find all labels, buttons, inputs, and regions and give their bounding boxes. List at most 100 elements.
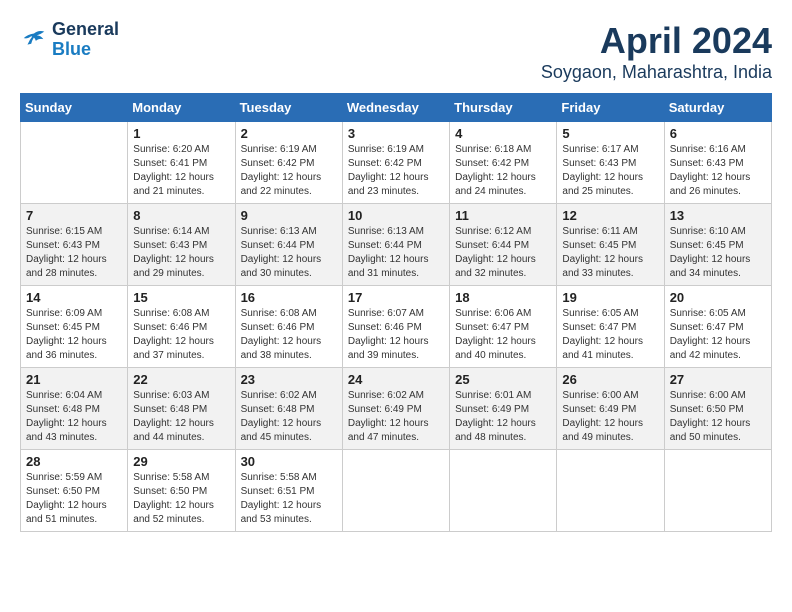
day-info: Sunrise: 6:08 AMSunset: 6:46 PMDaylight:… [241,307,337,363]
logo-icon [20,26,48,54]
calendar-cell: 23Sunrise: 6:02 AMSunset: 6:48 PMDayligh… [235,368,342,450]
day-info: Sunrise: 6:05 AMSunset: 6:47 PMDaylight:… [562,307,658,363]
weekday-header-wednesday: Wednesday [342,94,449,122]
day-number: 18 [455,290,551,305]
day-number: 30 [241,454,337,469]
day-info: Sunrise: 6:13 AMSunset: 6:44 PMDaylight:… [348,225,444,281]
calendar-week-row: 1Sunrise: 6:20 AMSunset: 6:41 PMDaylight… [21,122,772,204]
weekday-header-tuesday: Tuesday [235,94,342,122]
day-number: 24 [348,372,444,387]
day-info: Sunrise: 6:08 AMSunset: 6:46 PMDaylight:… [133,307,229,363]
day-info: Sunrise: 6:09 AMSunset: 6:45 PMDaylight:… [26,307,122,363]
calendar-cell: 25Sunrise: 6:01 AMSunset: 6:49 PMDayligh… [450,368,557,450]
day-number: 15 [133,290,229,305]
calendar-week-row: 14Sunrise: 6:09 AMSunset: 6:45 PMDayligh… [21,286,772,368]
calendar-cell: 7 Sunrise: 6:15 AMSunset: 6:43 PMDaylight… [21,204,128,286]
calendar-cell: 11 Sunrise: 6:12 AMSunset: 6:44 PMDayligh… [450,204,557,286]
calendar-cell: 20 Sunrise: 6:05 AMSunset: 6:47 PMDayligh… [664,286,771,368]
weekday-header-monday: Monday [128,94,235,122]
calendar-cell [342,450,449,532]
day-info: Sunrise: 6:05 AMSunset: 6:47 PMDaylight:… [670,307,766,363]
calendar-cell: 9Sunrise: 6:13 AMSunset: 6:44 PMDaylight… [235,204,342,286]
day-info: Sunrise: 6:00 AMSunset: 6:50 PMDaylight:… [670,389,766,445]
day-info: Sunrise: 6:02 AMSunset: 6:49 PMDaylight:… [348,389,444,445]
day-info: Sunrise: 6:14 AMSunset: 6:43 PMDaylight:… [133,225,229,281]
day-info: Sunrise: 6:07 AMSunset: 6:46 PMDaylight:… [348,307,444,363]
calendar-body: 1Sunrise: 6:20 AMSunset: 6:41 PMDaylight… [21,122,772,532]
calendar-cell [557,450,664,532]
day-number: 28 [26,454,122,469]
day-info: Sunrise: 6:13 AMSunset: 6:44 PMDaylight:… [241,225,337,281]
calendar-cell: 2 Sunrise: 6:19 AMSunset: 6:42 PMDaylight… [235,122,342,204]
day-info: Sunrise: 5:58 AMSunset: 6:51 PMDaylight:… [241,471,337,527]
day-number: 2 [241,126,337,141]
calendar-cell: 27 Sunrise: 6:00 AMSunset: 6:50 PMDayligh… [664,368,771,450]
weekday-header-saturday: Saturday [664,94,771,122]
calendar-cell [664,450,771,532]
day-number: 7 [26,208,122,223]
calendar-cell: 15 Sunrise: 6:08 AMSunset: 6:46 PMDayligh… [128,286,235,368]
day-number: 20 [670,290,766,305]
day-info: Sunrise: 6:17 AMSunset: 6:43 PMDaylight:… [562,143,658,199]
day-number: 11 [455,208,551,223]
calendar-table: SundayMondayTuesdayWednesdayThursdayFrid… [20,93,772,532]
calendar-cell: 6 Sunrise: 6:16 AMSunset: 6:43 PMDaylight… [664,122,771,204]
calendar-cell [21,122,128,204]
calendar-cell [450,450,557,532]
calendar-subtitle: Soygaon, Maharashtra, India [541,62,772,83]
calendar-cell: 17 Sunrise: 6:07 AMSunset: 6:46 PMDayligh… [342,286,449,368]
day-number: 19 [562,290,658,305]
day-number: 5 [562,126,658,141]
calendar-cell: 12 Sunrise: 6:11 AMSunset: 6:45 PMDayligh… [557,204,664,286]
calendar-cell: 24 Sunrise: 6:02 AMSunset: 6:49 PMDayligh… [342,368,449,450]
page-header: General Blue April 2024 Soygaon, Maharas… [20,20,772,83]
logo-text: General Blue [52,20,119,60]
day-info: Sunrise: 6:19 AMSunset: 6:42 PMDaylight:… [348,143,444,199]
day-info: Sunrise: 6:04 AMSunset: 6:48 PMDaylight:… [26,389,122,445]
day-number: 4 [455,126,551,141]
weekday-header-friday: Friday [557,94,664,122]
day-info: Sunrise: 6:20 AMSunset: 6:41 PMDaylight:… [133,143,229,199]
calendar-week-row: 21 Sunrise: 6:04 AMSunset: 6:48 PMDayligh… [21,368,772,450]
day-info: Sunrise: 6:18 AMSunset: 6:42 PMDaylight:… [455,143,551,199]
calendar-cell: 29 Sunrise: 5:58 AMSunset: 6:50 PMDayligh… [128,450,235,532]
day-info: Sunrise: 5:59 AMSunset: 6:50 PMDaylight:… [26,471,122,527]
calendar-cell: 4 Sunrise: 6:18 AMSunset: 6:42 PMDaylight… [450,122,557,204]
calendar-cell: 16 Sunrise: 6:08 AMSunset: 6:46 PMDayligh… [235,286,342,368]
day-number: 6 [670,126,766,141]
calendar-week-row: 28 Sunrise: 5:59 AMSunset: 6:50 PMDayligh… [21,450,772,532]
day-info: Sunrise: 6:15 AMSunset: 6:43 PMDaylight:… [26,225,122,281]
calendar-cell: 26 Sunrise: 6:00 AMSunset: 6:49 PMDayligh… [557,368,664,450]
logo: General Blue [20,20,119,60]
day-number: 27 [670,372,766,387]
day-info: Sunrise: 6:02 AMSunset: 6:48 PMDaylight:… [241,389,337,445]
day-info: Sunrise: 6:16 AMSunset: 6:43 PMDaylight:… [670,143,766,199]
day-number: 21 [26,372,122,387]
calendar-week-row: 7 Sunrise: 6:15 AMSunset: 6:43 PMDaylight… [21,204,772,286]
weekday-header-row: SundayMondayTuesdayWednesdayThursdayFrid… [21,94,772,122]
calendar-cell: 14Sunrise: 6:09 AMSunset: 6:45 PMDayligh… [21,286,128,368]
day-info: Sunrise: 6:12 AMSunset: 6:44 PMDaylight:… [455,225,551,281]
day-info: Sunrise: 6:03 AMSunset: 6:48 PMDaylight:… [133,389,229,445]
day-number: 29 [133,454,229,469]
day-info: Sunrise: 6:00 AMSunset: 6:49 PMDaylight:… [562,389,658,445]
calendar-cell: 28 Sunrise: 5:59 AMSunset: 6:50 PMDayligh… [21,450,128,532]
calendar-cell: 13Sunrise: 6:10 AMSunset: 6:45 PMDayligh… [664,204,771,286]
day-number: 17 [348,290,444,305]
calendar-cell: 30 Sunrise: 5:58 AMSunset: 6:51 PMDayligh… [235,450,342,532]
weekday-header-thursday: Thursday [450,94,557,122]
calendar-cell: 21 Sunrise: 6:04 AMSunset: 6:48 PMDayligh… [21,368,128,450]
day-number: 26 [562,372,658,387]
day-info: Sunrise: 6:19 AMSunset: 6:42 PMDaylight:… [241,143,337,199]
calendar-header: SundayMondayTuesdayWednesdayThursdayFrid… [21,94,772,122]
day-info: Sunrise: 6:11 AMSunset: 6:45 PMDaylight:… [562,225,658,281]
day-number: 16 [241,290,337,305]
day-info: Sunrise: 5:58 AMSunset: 6:50 PMDaylight:… [133,471,229,527]
day-number: 13 [670,208,766,223]
day-info: Sunrise: 6:06 AMSunset: 6:47 PMDaylight:… [455,307,551,363]
calendar-title: April 2024 [541,20,772,62]
calendar-cell: 22Sunrise: 6:03 AMSunset: 6:48 PMDayligh… [128,368,235,450]
day-number: 3 [348,126,444,141]
calendar-cell: 3 Sunrise: 6:19 AMSunset: 6:42 PMDaylight… [342,122,449,204]
day-number: 12 [562,208,658,223]
